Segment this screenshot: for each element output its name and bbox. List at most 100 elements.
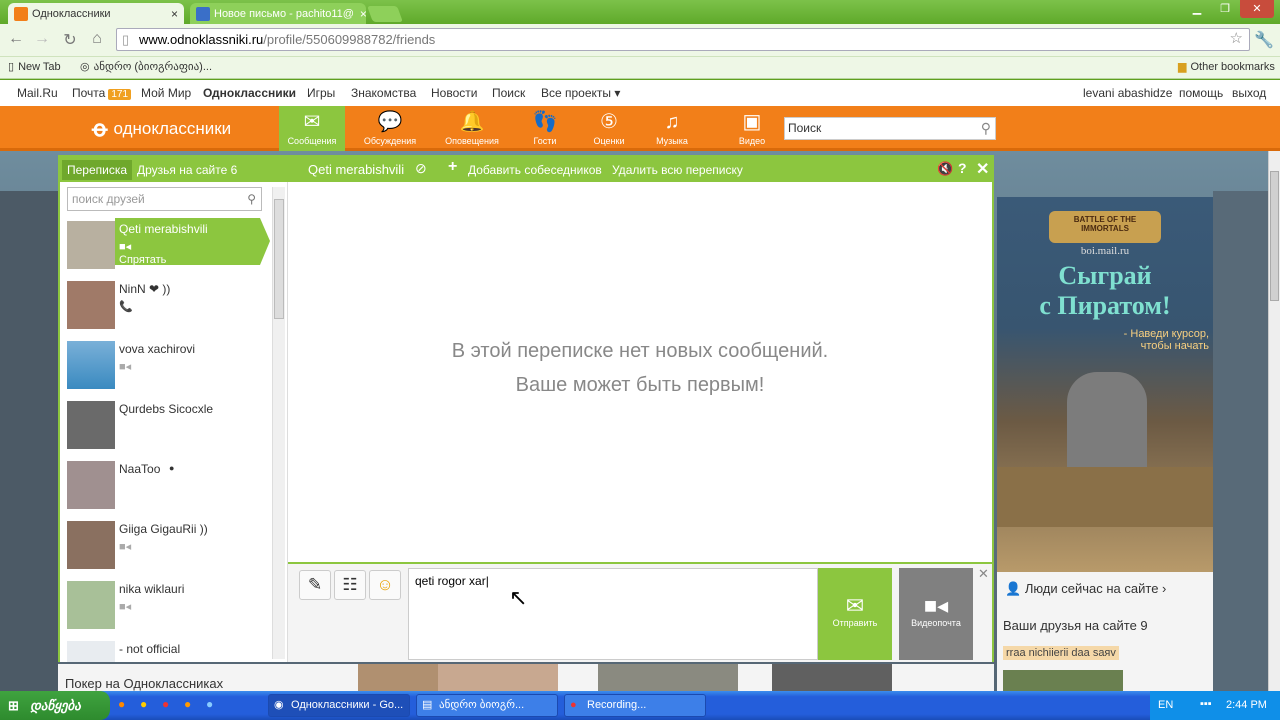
close-icon[interactable]: × <box>165 7 178 21</box>
bell-icon: 🔔 <box>459 111 485 133</box>
friend-search-input[interactable]: поиск друзей ⚲ <box>67 187 262 211</box>
clock[interactable]: 2:44 PM <box>1226 699 1267 711</box>
chrome-icon[interactable]: ● <box>140 697 147 711</box>
friend-tag[interactable]: rraa nichiierii daa saяv <box>1003 646 1119 660</box>
language-indicator[interactable]: EN <box>1158 699 1173 711</box>
address-bar[interactable]: ▯ www.odnoklassniki.ru/profile/550609988… <box>116 28 1250 51</box>
nav-music[interactable]: ♫ Музыка <box>639 106 705 151</box>
task-document[interactable]: ▤ ანდრო ბიოგრ... <box>416 694 558 717</box>
new-tab-button[interactable] <box>367 6 403 22</box>
page-scrollbar[interactable] <box>1268 151 1280 691</box>
poker-link[interactable]: Покер на Одноклассниках <box>65 676 223 691</box>
avatar <box>67 521 115 569</box>
opera-icon[interactable]: ● <box>162 697 169 711</box>
tab-friends-online[interactable]: Друзья на сайте 6 <box>137 163 237 177</box>
ok-logo[interactable]: ꝋ одноклассники <box>92 116 231 142</box>
pencil-icon[interactable]: ✎ <box>299 570 331 600</box>
sticker-icon[interactable]: ☷ <box>334 570 366 600</box>
tab-conversations[interactable]: Переписка <box>62 160 133 180</box>
gift-thumbnail[interactable] <box>772 664 892 692</box>
tab-odnoklassniki[interactable]: Одноклассники × <box>8 3 184 24</box>
maximize-icon[interactable]: ❐ <box>1212 0 1238 18</box>
forward-icon[interactable]: → <box>32 30 52 48</box>
search-icon[interactable]: ⚲ <box>981 118 991 139</box>
home-icon[interactable]: ⌂ <box>87 30 107 48</box>
link-dating[interactable]: Знакомства <box>351 86 416 100</box>
close-window-icon[interactable]: ✕ <box>1240 0 1274 18</box>
message-composer: ✎ ☷ ☺ qeti rogor xar| ↖ ✉ Отправить ■◂ В… <box>288 562 992 662</box>
message-input[interactable]: qeti rogor xar| ↖ <box>408 568 818 660</box>
back-icon[interactable]: ← <box>6 30 26 48</box>
contact-item[interactable]: Giiga GigauRii )) ■◂ <box>65 518 270 574</box>
link-mail[interactable]: Почта 171 <box>72 86 132 100</box>
link-search[interactable]: Поиск <box>492 86 525 100</box>
contact-item[interactable]: Qurdebs Sicocxle <box>65 398 270 454</box>
wrench-icon[interactable]: 🔧 <box>1254 30 1274 50</box>
friends-online-title[interactable]: Ваши друзья на сайте 9 <box>1003 618 1148 633</box>
close-icon[interactable]: ✕ <box>978 566 989 582</box>
help-icon[interactable]: ? <box>958 160 967 176</box>
reload-icon[interactable]: ↻ <box>60 30 80 50</box>
nav-video[interactable]: ▣ Видео <box>719 106 785 151</box>
quicklaunch-icon[interactable]: ● <box>118 697 125 711</box>
contact-item[interactable]: - not official <box>65 638 270 662</box>
link-help[interactable]: помощь <box>1179 86 1223 100</box>
send-button[interactable]: ✉ Отправить <box>818 568 892 660</box>
contact-item[interactable]: NaaToo ● <box>65 458 270 514</box>
tab-new-letter[interactable]: Новое письмо - pachito11@ × <box>190 3 366 24</box>
page-scrollbar-thumb[interactable] <box>1270 171 1279 301</box>
friend-photo[interactable] <box>1003 670 1123 691</box>
background-image-right <box>1213 191 1268 691</box>
envelope-icon: ✉ <box>845 593 865 618</box>
hide-link[interactable]: Спрятать <box>119 254 166 266</box>
firefox-icon[interactable]: ● <box>184 697 191 711</box>
ok-search-input[interactable]: Поиск ⚲ <box>784 117 996 140</box>
tray-icons[interactable]: ▪▪▪ <box>1200 698 1212 710</box>
person-icon: 👤 <box>1005 581 1022 596</box>
videomail-button[interactable]: ■◂ Видеопочта <box>899 568 973 660</box>
chat-partner-name[interactable]: Qeti merabishvili <box>308 162 404 177</box>
nav-discussions[interactable]: 💬 Обсуждения <box>357 106 423 151</box>
game-ad-banner[interactable]: BATTLE OF THE IMMORTALS boi.mail.ru Сыгр… <box>997 197 1213 572</box>
bookmark-other[interactable]: ▆ Other bookmarks <box>1178 60 1275 74</box>
sound-off-icon[interactable]: 🔇 <box>937 161 953 177</box>
star-icon[interactable]: ☆ <box>1230 28 1243 49</box>
contact-item[interactable]: Qeti merabishvili ■◂ Спрятать <box>65 218 270 274</box>
bookmark-new-tab[interactable]: ▯ New Tab <box>8 60 61 74</box>
block-icon[interactable]: ⊘ <box>415 160 427 177</box>
link-logout[interactable]: выход <box>1232 86 1266 100</box>
pirate-figure <box>1067 372 1147 482</box>
link-mailru[interactable]: Mail.Ru <box>17 86 58 100</box>
close-icon[interactable]: × <box>354 7 366 21</box>
task-recording[interactable]: ● Recording... <box>564 694 706 717</box>
user-name[interactable]: levani abashidze <box>1083 86 1172 100</box>
contact-scrollbar[interactable] <box>272 187 285 659</box>
nav-messages[interactable]: ✉ Сообщения <box>279 106 345 151</box>
link-myworld[interactable]: Мой Мир <box>141 86 191 100</box>
app-icon[interactable]: ● <box>206 697 213 711</box>
link-all-projects[interactable]: Все проекты ▾ <box>541 86 620 100</box>
gift-thumbnail[interactable] <box>438 664 558 692</box>
nav-ratings[interactable]: ⑤ Оценки <box>576 106 642 151</box>
link-news[interactable]: Новости <box>431 86 477 100</box>
delete-all-link[interactable]: Удалить всю переписку <box>612 163 743 177</box>
link-games[interactable]: Игры <box>307 86 335 100</box>
contact-scrollbar-thumb[interactable] <box>274 199 284 319</box>
bookmark-item[interactable]: ◎ ანდრო (ბიოგრაფია)... <box>80 60 212 73</box>
task-odnoklassniki[interactable]: ◉ Одноклассники - Go... <box>268 694 410 717</box>
add-participants-link[interactable]: Добавить собеседников <box>468 163 602 177</box>
contact-item[interactable]: vova xachirovi ■◂ <box>65 338 270 394</box>
people-online-link[interactable]: 👤 Люди сейчас на сайте › <box>1005 581 1166 597</box>
contact-item[interactable]: nika wiklauri ■◂ <box>65 578 270 634</box>
search-icon[interactable]: ⚲ <box>247 188 256 210</box>
nav-guests[interactable]: 👣 Гости <box>512 106 578 151</box>
smiley-icon[interactable]: ☺ <box>369 570 401 600</box>
contact-item[interactable]: NinN ❤ )) 📞 <box>65 278 270 334</box>
gift-thumbnail[interactable] <box>598 664 738 692</box>
nav-notifications[interactable]: 🔔 Оповещения <box>439 106 505 151</box>
minimize-icon[interactable]: ▁ <box>1184 0 1210 18</box>
page-icon: ▯ <box>122 32 130 47</box>
link-odnoklassniki[interactable]: Одноклассники <box>203 86 296 100</box>
start-button[interactable]: ⊞ დაწყება <box>0 691 110 720</box>
close-icon[interactable]: ✕ <box>976 159 989 179</box>
